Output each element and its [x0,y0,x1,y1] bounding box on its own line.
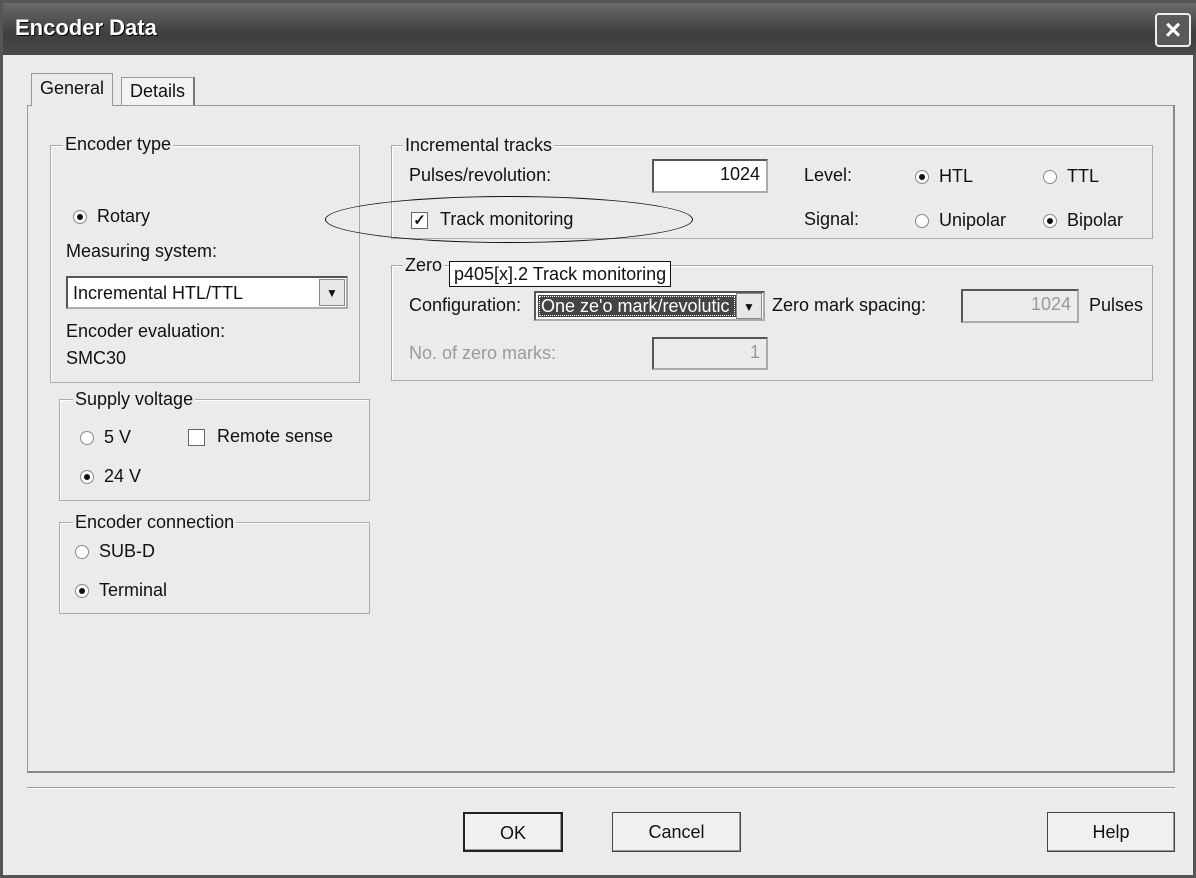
level-label: Level: [804,165,853,185]
select-value: One ze'o mark/revolutic [538,295,736,317]
radio-subd[interactable]: SUB-D [75,541,155,562]
zero-mark-spacing-input[interactable]: 1024 [961,289,1079,323]
radio-ttl[interactable]: TTL [1043,166,1099,187]
measuring-system-select[interactable]: Incremental HTL/TTL ▼ [66,276,348,309]
pulses-unit-label: Pulses [1089,295,1144,315]
separator [27,787,1175,789]
supply-voltage-legend: Supply voltage [73,389,196,410]
radio-icon [80,431,94,446]
encoder-evaluation-label: Encoder evaluation: [66,321,226,341]
radio-label: HTL [939,166,974,186]
radio-icon [1043,170,1057,185]
encoder-type-legend: Encoder type [63,134,174,155]
radio-icon [1043,214,1057,229]
radio-icon [80,470,94,485]
tab-label: General [40,78,105,98]
close-button[interactable]: × [1155,13,1191,47]
highlight-ellipse [325,196,693,243]
radio-label: Unipolar [939,210,1007,230]
tooltip: p405[x].2 Track monitoring [449,261,672,287]
radio-label: 5 V [104,427,132,447]
checkbox-icon [188,428,205,446]
radio-terminal[interactable]: Terminal [75,580,167,601]
radio-icon [915,170,929,185]
cancel-button[interactable]: Cancel [612,812,741,852]
encoder-data-dialog: Encoder Data × General Details Encoder t… [0,0,1196,878]
pulses-label: Pulses/revolution: [409,165,552,185]
radio-htl[interactable]: HTL [915,166,973,187]
encoder-evaluation-value: SMC30 [66,348,127,368]
configuration-label: Configuration: [409,295,522,315]
radio-label: Terminal [99,580,168,600]
remote-sense-checkbox[interactable]: Remote sense [188,426,333,447]
zero-mark-legend: Zero [403,255,445,276]
radio-icon [915,214,929,229]
chevron-down-icon: ▼ [736,293,762,319]
ok-button[interactable]: OK [463,812,563,852]
radio-icon [75,584,89,599]
radio-rotary[interactable]: Rotary [73,206,150,227]
radio-label: TTL [1067,166,1100,186]
radio-bipolar[interactable]: Bipolar [1043,210,1123,231]
select-value: Incremental HTL/TTL [73,283,244,303]
radio-label: 24 V [104,466,142,486]
checkbox-label: Remote sense [217,426,334,446]
encoder-connection-legend: Encoder connection [73,512,237,533]
radio-label: SUB-D [99,541,156,561]
title-bar: Encoder Data × [3,3,1196,55]
pulses-input[interactable]: 1024 [652,159,768,193]
tab-general[interactable]: General [31,73,114,106]
close-icon: × [1164,14,1182,45]
incremental-tracks-legend: Incremental tracks [403,135,555,156]
radio-5v[interactable]: 5 V [80,427,131,448]
help-button[interactable]: Help [1047,812,1175,852]
tab-label: Details [130,81,186,101]
zero-marks-count-label: No. of zero marks: [409,343,557,363]
radio-icon [75,545,89,560]
radio-unipolar[interactable]: Unipolar [915,210,1006,231]
chevron-down-icon: ▼ [319,279,345,306]
zero-mark-spacing-label: Zero mark spacing: [772,295,927,315]
zero-marks-count-input[interactable]: 1 [652,337,768,370]
radio-label: Bipolar [1067,210,1124,230]
signal-label: Signal: [804,209,860,229]
radio-24v[interactable]: 24 V [80,466,141,487]
measuring-system-label: Measuring system: [66,241,218,261]
window-title: Encoder Data [15,15,157,40]
radio-icon [73,210,87,225]
radio-label: Rotary [97,206,151,226]
tab-details[interactable]: Details [121,77,196,105]
configuration-select[interactable]: One ze'o mark/revolutic ▼ [534,291,765,321]
